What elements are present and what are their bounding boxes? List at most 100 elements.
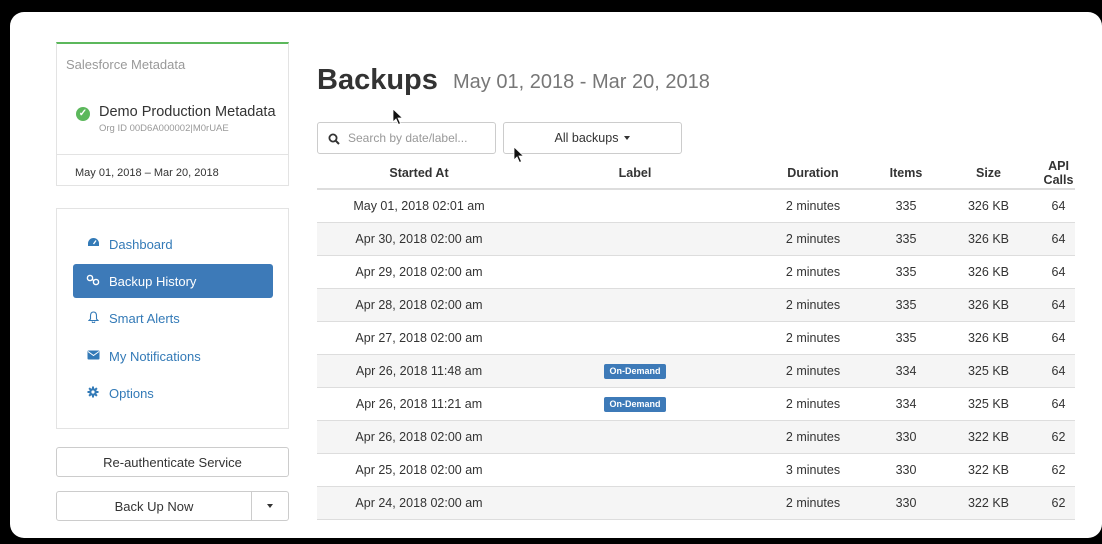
- cell-size: 325 KB: [935, 387, 1042, 421]
- table-row[interactable]: Apr 27, 2018 02:00 am 2 minutes 335 326 KB 6…: [317, 321, 1075, 355]
- cell-started-at: Apr 28, 2018 02:00 am: [317, 288, 521, 322]
- table-header-row: Started At Label Duration Items Size API…: [317, 158, 1075, 190]
- app-window: Salesforce Metadata ✓ Demo Production Me…: [10, 12, 1102, 538]
- reauthenticate-button[interactable]: Re-authenticate Service: [56, 447, 289, 477]
- account-name: Demo Production Metadata: [99, 104, 276, 120]
- mouse-cursor-icon: [513, 146, 525, 164]
- search-input[interactable]: [348, 131, 478, 145]
- cell-size: 326 KB: [935, 321, 1042, 355]
- table-row[interactable]: Apr 29, 2018 02:00 am 2 minutes 335 326 KB 6…: [317, 255, 1075, 289]
- back-up-now-button[interactable]: Back Up Now: [56, 491, 252, 521]
- cell-duration: 2 minutes: [749, 420, 877, 454]
- page-title: Backups: [317, 64, 438, 96]
- check-circle-icon: ✓: [76, 107, 90, 121]
- sidebar-item-label: Options: [109, 385, 154, 401]
- cell-items: 335: [877, 288, 935, 322]
- cell-api-calls: 64: [1042, 222, 1075, 256]
- cell-items: 330: [877, 486, 935, 520]
- sidebar-item-label: Smart Alerts: [109, 310, 180, 326]
- cell-items: 334: [877, 387, 935, 421]
- column-header-size[interactable]: Size: [935, 158, 1042, 190]
- sidebar-item-my-notifications[interactable]: My Notifications: [73, 339, 273, 373]
- cell-started-at: Apr 24, 2018 02:00 am: [317, 486, 521, 520]
- cell-api-calls: 62: [1042, 486, 1075, 520]
- cell-started-at: Apr 27, 2018 02:00 am: [317, 321, 521, 355]
- account-panel: Salesforce Metadata ✓ Demo Production Me…: [56, 42, 289, 186]
- table-row[interactable]: May 01, 2018 02:01 am 2 minutes 335 326 KB 6…: [317, 189, 1075, 223]
- table-row[interactable]: Apr 30, 2018 02:00 am 2 minutes 335 326 KB 6…: [317, 222, 1075, 256]
- cell-api-calls: 62: [1042, 453, 1075, 487]
- mouse-cursor-icon: [392, 108, 404, 126]
- cell-duration: 2 minutes: [749, 255, 877, 289]
- column-header-items[interactable]: Items: [877, 158, 935, 190]
- cell-size: 325 KB: [935, 354, 1042, 388]
- cell-started-at: May 01, 2018 02:01 am: [317, 189, 521, 223]
- gear-icon: [85, 386, 101, 401]
- cell-size: 326 KB: [935, 288, 1042, 322]
- cell-items: 334: [877, 354, 935, 388]
- cell-started-at: Apr 26, 2018 02:00 am: [317, 420, 521, 454]
- cell-size: 322 KB: [935, 420, 1042, 454]
- sidebar-item-label: Backup History: [109, 273, 197, 289]
- cell-items: 335: [877, 189, 935, 223]
- cell-label: [521, 420, 749, 454]
- table-row[interactable]: Apr 26, 2018 11:21 am On-Demand 2 minutes 3…: [317, 387, 1075, 421]
- cell-api-calls: 64: [1042, 189, 1075, 223]
- cell-items: 335: [877, 222, 935, 256]
- cell-api-calls: 64: [1042, 387, 1075, 421]
- column-header-duration[interactable]: Duration: [749, 158, 877, 190]
- column-header-api-calls[interactable]: API Calls: [1042, 158, 1075, 190]
- cell-label: [521, 189, 749, 223]
- sidebar-item-options[interactable]: Options: [73, 376, 273, 410]
- bell-icon: [85, 310, 101, 326]
- search-icon: [328, 132, 340, 145]
- cell-label: [521, 255, 749, 289]
- cell-items: 330: [877, 453, 935, 487]
- cell-duration: 2 minutes: [749, 387, 877, 421]
- cell-label: On-Demand: [521, 387, 749, 421]
- search-box[interactable]: [317, 122, 496, 154]
- cell-size: 322 KB: [935, 453, 1042, 487]
- cell-started-at: Apr 29, 2018 02:00 am: [317, 255, 521, 289]
- account-date-range: May 01, 2018 – Mar 20, 2018: [75, 167, 219, 179]
- sidebar-item-label: Dashboard: [109, 236, 173, 252]
- envelope-icon: [85, 349, 101, 363]
- cell-size: 326 KB: [935, 222, 1042, 256]
- table-row[interactable]: Apr 26, 2018 02:00 am 2 minutes 330 322 KB 6…: [317, 420, 1075, 454]
- sidebar-item-label: My Notifications: [109, 348, 201, 364]
- cell-api-calls: 64: [1042, 255, 1075, 289]
- table-row[interactable]: Apr 25, 2018 02:00 am 3 minutes 330 322 KB 6…: [317, 453, 1075, 487]
- cell-items: 335: [877, 321, 935, 355]
- cell-started-at: Apr 25, 2018 02:00 am: [317, 453, 521, 487]
- cell-duration: 2 minutes: [749, 486, 877, 520]
- cell-items: 335: [877, 255, 935, 289]
- cell-size: 326 KB: [935, 189, 1042, 223]
- back-up-now-dropdown-toggle[interactable]: [251, 491, 289, 521]
- filter-label: All backups: [554, 131, 619, 145]
- cell-duration: 3 minutes: [749, 453, 877, 487]
- cell-duration: 2 minutes: [749, 222, 877, 256]
- sidebar-item-backup-history[interactable]: Backup History: [73, 264, 273, 298]
- on-demand-badge: On-Demand: [604, 397, 666, 412]
- cell-duration: 2 minutes: [749, 321, 877, 355]
- column-header-label[interactable]: Label: [521, 158, 749, 190]
- cell-api-calls: 64: [1042, 321, 1075, 355]
- cell-label: [521, 222, 749, 256]
- sidebar-item-smart-alerts[interactable]: Smart Alerts: [73, 301, 273, 335]
- sidebar-item-dashboard[interactable]: Dashboard: [73, 227, 273, 261]
- cell-api-calls: 64: [1042, 288, 1075, 322]
- cell-label: [521, 486, 749, 520]
- cell-size: 322 KB: [935, 486, 1042, 520]
- column-header-started-at[interactable]: Started At: [317, 158, 521, 190]
- backup-filter-dropdown[interactable]: All backups: [503, 122, 682, 154]
- cell-duration: 2 minutes: [749, 354, 877, 388]
- table-row[interactable]: Apr 28, 2018 02:00 am 2 minutes 335 326 KB 6…: [317, 288, 1075, 322]
- table-row[interactable]: Apr 26, 2018 11:48 am On-Demand 2 minutes 3…: [317, 354, 1075, 388]
- org-id: Org ID 00D6A000002|M0rUAE: [99, 123, 229, 134]
- service-name: Salesforce Metadata: [66, 57, 186, 72]
- cell-label: [521, 453, 749, 487]
- cell-api-calls: 62: [1042, 420, 1075, 454]
- cell-label: [521, 288, 749, 322]
- cell-started-at: Apr 26, 2018 11:21 am: [317, 387, 521, 421]
- table-row[interactable]: Apr 24, 2018 02:00 am 2 minutes 330 322 KB 6…: [317, 486, 1075, 520]
